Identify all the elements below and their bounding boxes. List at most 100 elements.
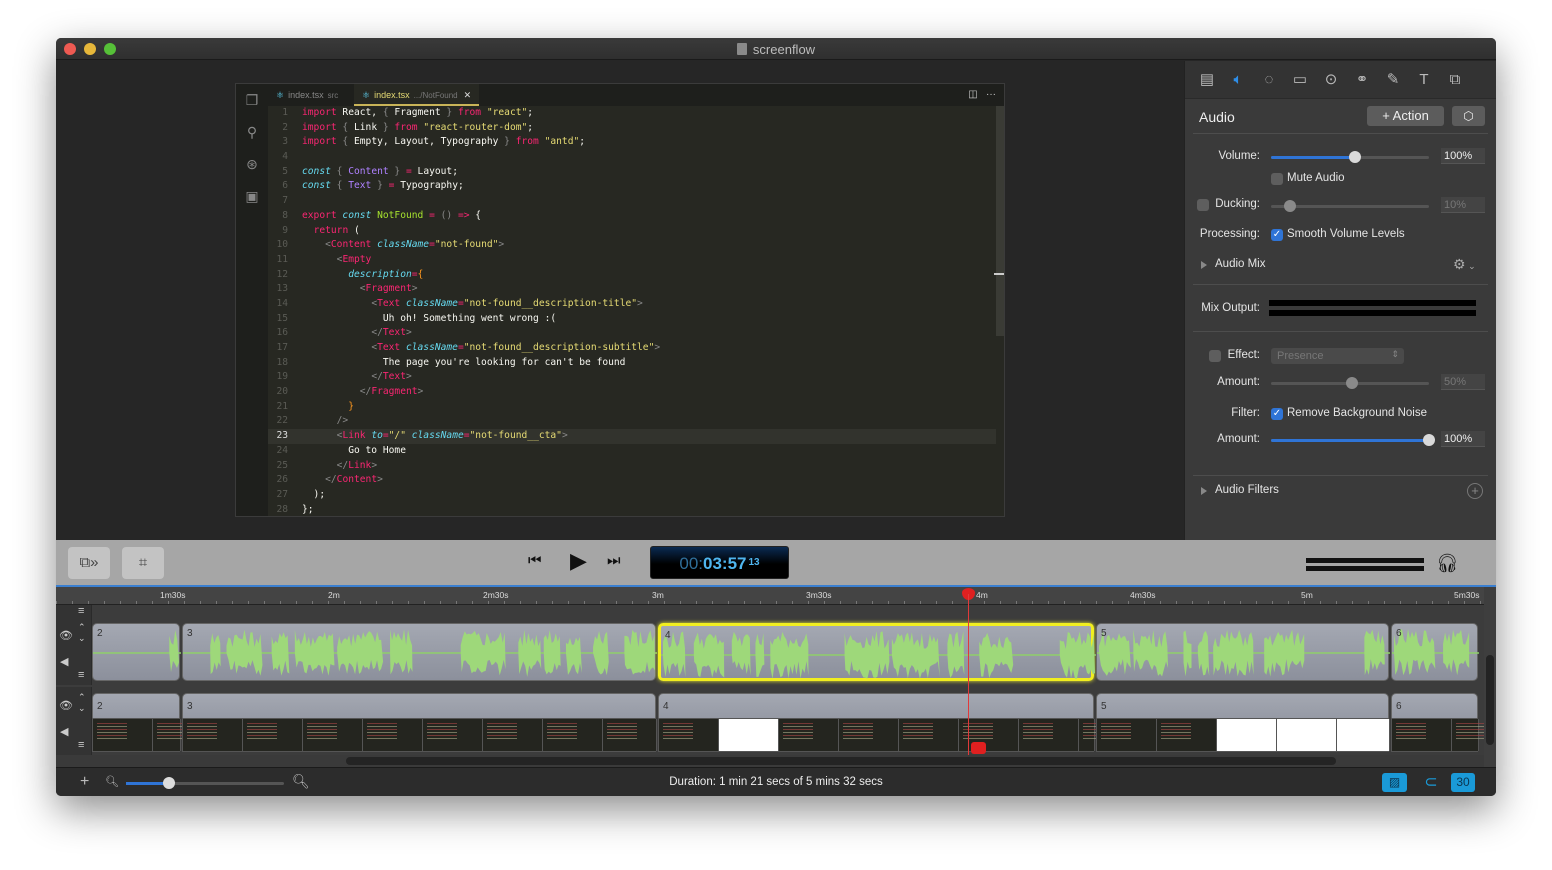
slider-knob[interactable]: [1283, 200, 1296, 212]
audio-clip[interactable]: 4: [658, 623, 1097, 681]
video-clip[interactable]: 3: [182, 693, 656, 719]
code-token: Link: [348, 459, 372, 471]
fast-forward-button[interactable]: ⏭: [607, 552, 621, 569]
screen-recording-icon[interactable]: ▭: [1290, 70, 1310, 90]
timeline-ruler[interactable]: 1m30s 2m 2m30s 3m 3m30s 4m 4m30s 5m 5m30s: [56, 587, 1484, 605]
ruler-tick-label: 5m: [1301, 590, 1313, 600]
timeline-vertical-scrollbar[interactable]: [1484, 587, 1496, 767]
fps-button[interactable]: 30: [1451, 773, 1475, 792]
playhead-marker[interactable]: [971, 742, 986, 754]
code-token: </: [371, 327, 383, 339]
filter-amount-value[interactable]: 100%: [1441, 431, 1485, 447]
filter-amount-label: Amount:: [1217, 433, 1260, 445]
media-icon[interactable]: ⧉: [1445, 70, 1465, 90]
eye-icon[interactable]: 👁︎: [59, 699, 73, 712]
slider-knob[interactable]: [1345, 377, 1358, 389]
line-number: 14: [276, 297, 288, 309]
clip-number: 4: [663, 701, 669, 712]
line-number: 18: [276, 356, 288, 368]
filter-icon[interactable]: ⚭: [1352, 70, 1372, 90]
chevron-updown-icon[interactable]: ⌃ ⌄: [78, 622, 86, 644]
slider-knob[interactable]: [1348, 151, 1361, 163]
video-motion-icon[interactable]: ◌: [1259, 70, 1279, 90]
timeline-horizontal-scrollbar[interactable]: [56, 755, 1484, 767]
line-number: 24: [276, 444, 288, 456]
close-tab-icon[interactable]: ✕: [464, 90, 472, 100]
video-clip[interactable]: 6: [1391, 693, 1478, 719]
audio-clip[interactable]: 3: [182, 623, 657, 681]
chevron-updown-icon[interactable]: ⌃ ⌄: [78, 692, 86, 714]
menu-icon[interactable]: ≡: [78, 669, 84, 681]
code-line: 27 );: [268, 488, 996, 503]
audio-clip[interactable]: 6: [1391, 623, 1479, 681]
rewind-button[interactable]: ⏮: [528, 552, 542, 569]
code-token: const: [302, 180, 331, 192]
code-token: "react": [486, 107, 528, 118]
disclosure-triangle-icon[interactable]: [1201, 261, 1207, 269]
ducking-value[interactable]: 10%: [1441, 197, 1485, 213]
disclosure-triangle-icon[interactable]: [1201, 487, 1207, 495]
video-thumbnail: [1079, 719, 1113, 751]
volume-value[interactable]: 100%: [1441, 148, 1485, 164]
effect-amount-slider[interactable]: [1271, 377, 1429, 389]
menu-icon[interactable]: ≡: [78, 739, 84, 751]
preview-canvas[interactable]: ❐ ⚲ ⊛ ▣ ⚛ index.tsx src ⚛ index.tsx .../NotF…: [56, 61, 1184, 540]
remove-noise-checkbox[interactable]: ✓: [1271, 408, 1283, 420]
video-thumbnail: [243, 719, 303, 751]
add-filter-icon[interactable]: +: [1467, 483, 1483, 499]
ducking-slider[interactable]: [1271, 200, 1429, 212]
thumbnail-toggle-icon[interactable]: ▨: [1382, 773, 1407, 792]
video-clip[interactable]: 4: [658, 693, 1094, 719]
snap-magnet-icon[interactable]: ⊂: [1421, 773, 1441, 792]
volume-slider[interactable]: [1271, 151, 1429, 163]
audio-clip[interactable]: 5: [1096, 623, 1390, 681]
annotation-icon[interactable]: ✎: [1383, 70, 1403, 90]
audio-filters-label[interactable]: Audio Filters: [1215, 484, 1279, 496]
timecode-display[interactable]: 00:03:57 13: [650, 546, 789, 579]
thumbnail-content: [487, 723, 517, 741]
code-token: from: [509, 136, 545, 148]
filter-amount-slider[interactable]: [1271, 434, 1435, 446]
video-clip[interactable]: 2: [92, 693, 180, 719]
box-button[interactable]: ⬡: [1452, 106, 1485, 126]
effect-amount-value[interactable]: 50%: [1441, 374, 1485, 390]
crop-button[interactable]: ⌗: [122, 547, 164, 579]
thumbnail-content: [547, 723, 577, 741]
speaker-icon[interactable]: ◀: [60, 725, 68, 738]
line-number: 4: [282, 151, 288, 163]
audio-clip[interactable]: 2: [92, 623, 181, 681]
tab-index-notfound[interactable]: ⚛ index.tsx .../NotFound ✕: [354, 84, 480, 106]
video-clip[interactable]: 5: [1096, 693, 1389, 719]
play-button[interactable]: ▶: [570, 548, 587, 574]
slider-knob[interactable]: [1423, 434, 1435, 446]
code-token: >: [417, 386, 424, 398]
line-number: 20: [276, 386, 288, 398]
gear-icon[interactable]: ⚙ ⌄: [1453, 256, 1476, 273]
eye-icon[interactable]: 👁︎: [59, 629, 73, 642]
audio-icon[interactable]: 🔈︎: [1228, 70, 1248, 90]
more-icon[interactable]: ···: [986, 89, 996, 100]
smooth-volume-checkbox[interactable]: ✓: [1271, 229, 1283, 241]
callout-icon[interactable]: ⊙: [1321, 70, 1341, 90]
mute-audio-checkbox[interactable]: [1271, 173, 1283, 185]
video-thumbnail: [603, 719, 657, 751]
media-library-button[interactable]: ⧉»: [68, 547, 110, 579]
editor-scrollbar[interactable]: [996, 106, 1004, 336]
audio-mix-label[interactable]: Audio Mix: [1215, 258, 1266, 270]
scroll-thumb[interactable]: [1486, 655, 1494, 745]
tab-index-src[interactable]: ⚛ index.tsx src: [268, 84, 346, 106]
effect-select[interactable]: Presence ⇕: [1271, 348, 1404, 364]
split-editor-icon[interactable]: ◫: [968, 89, 977, 100]
code-token: return: [313, 224, 349, 236]
video-thumbnail: [1277, 719, 1337, 751]
speaker-icon[interactable]: ◀: [60, 655, 68, 668]
video-icon[interactable]: ▤: [1197, 70, 1217, 90]
headphones-icon[interactable]: 🎧︎: [1436, 553, 1459, 574]
scroll-thumb[interactable]: [346, 757, 1336, 765]
add-action-button[interactable]: + Action: [1367, 106, 1444, 126]
timeline-tracks[interactable]: ≡ 👁︎ ⌃ ⌄ ◀ ≡ 👁︎ ⌃ ⌄ ◀ ≡ 2 3 4 5 6 2 3 4 5 6: [56, 605, 1486, 760]
files-icon: ❐: [245, 92, 259, 108]
text-icon[interactable]: T: [1414, 70, 1434, 90]
menu-icon[interactable]: ≡: [78, 605, 84, 617]
